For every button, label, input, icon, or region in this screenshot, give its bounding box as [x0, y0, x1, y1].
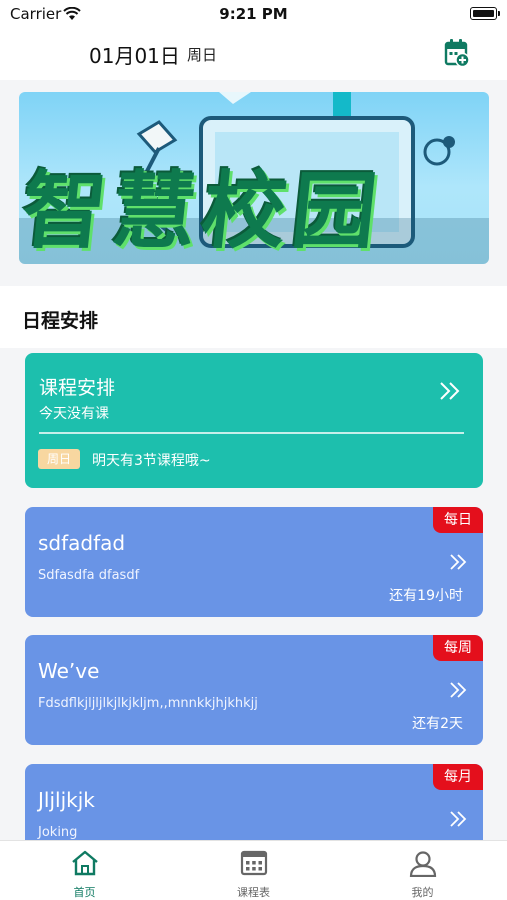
course-card-subtitle: 今天没有课	[39, 406, 109, 422]
repeat-badge: 每月	[433, 764, 483, 790]
campus-banner[interactable]: 智慧校园	[19, 92, 489, 264]
event-time-remaining: 还有2天	[412, 716, 463, 732]
repeat-badge: 每周	[433, 635, 483, 661]
calendar-add-icon	[444, 39, 470, 68]
chevron-double-right-icon	[439, 381, 461, 405]
schedule-section-header: 日程安排	[0, 286, 507, 348]
chevron-double-right-icon	[449, 553, 467, 575]
event-card[interactable]: 每月 Jljljkjk Joking	[25, 764, 483, 844]
chevron-double-right-icon	[449, 681, 467, 703]
status-bar: Carrier 9:21 PM	[0, 0, 507, 28]
bottom-tab-bar: 首页 课程表 我的	[0, 840, 507, 900]
tab-timetable[interactable]: 课程表	[169, 841, 338, 900]
repeat-badge: 每日	[433, 507, 483, 533]
tab-profile[interactable]: 我的	[338, 841, 507, 900]
banner-area: 智慧校园	[0, 80, 507, 286]
course-schedule-card[interactable]: 课程安排 今天没有课 周日 明天有3节课程哦~	[25, 353, 483, 488]
tomorrow-courses-text: 明天有3节课程哦~	[92, 453, 211, 469]
event-title: sdfadfad	[38, 531, 126, 555]
tab-label: 首页	[73, 886, 96, 899]
current-weekday: 周日	[187, 46, 218, 64]
top-header: 01月01日 周日	[0, 28, 507, 80]
card-divider	[39, 432, 464, 434]
banner-title: 智慧校园	[19, 161, 388, 260]
home-icon	[72, 850, 98, 876]
tab-label: 我的	[411, 886, 434, 899]
event-card[interactable]: 每日 sdfadfad Sdfasdfa dfasdf 还有19小时	[25, 507, 483, 617]
event-description: Fdsdflkjljljlkjlkjkljm,,mnnkkjhjkhkjj	[38, 696, 258, 711]
event-time-remaining: 还有19小时	[389, 588, 463, 604]
event-title: Jljljkjk	[38, 788, 95, 812]
event-description: Joking	[38, 825, 78, 840]
course-card-title: 课程安排	[39, 377, 116, 399]
section-title: 日程安排	[22, 310, 99, 332]
event-card[interactable]: 每周 We’ve Fdsdflkjljljlkjlkjkljm,,mnnkkjh…	[25, 635, 483, 745]
calendar-grid-icon	[240, 850, 268, 876]
battery-icon	[470, 7, 500, 20]
add-calendar-button[interactable]	[444, 38, 470, 72]
tab-label: 课程表	[237, 886, 270, 899]
user-icon	[409, 851, 437, 877]
event-description: Sdfasdfa dfasdf	[38, 568, 140, 583]
status-time: 9:21 PM	[219, 5, 288, 23]
chevron-double-right-icon	[449, 810, 467, 832]
weekday-tag: 周日	[38, 449, 80, 469]
tab-home[interactable]: 首页	[0, 841, 169, 900]
current-date: 01月01日	[89, 44, 180, 68]
event-title: We’ve	[38, 659, 100, 683]
